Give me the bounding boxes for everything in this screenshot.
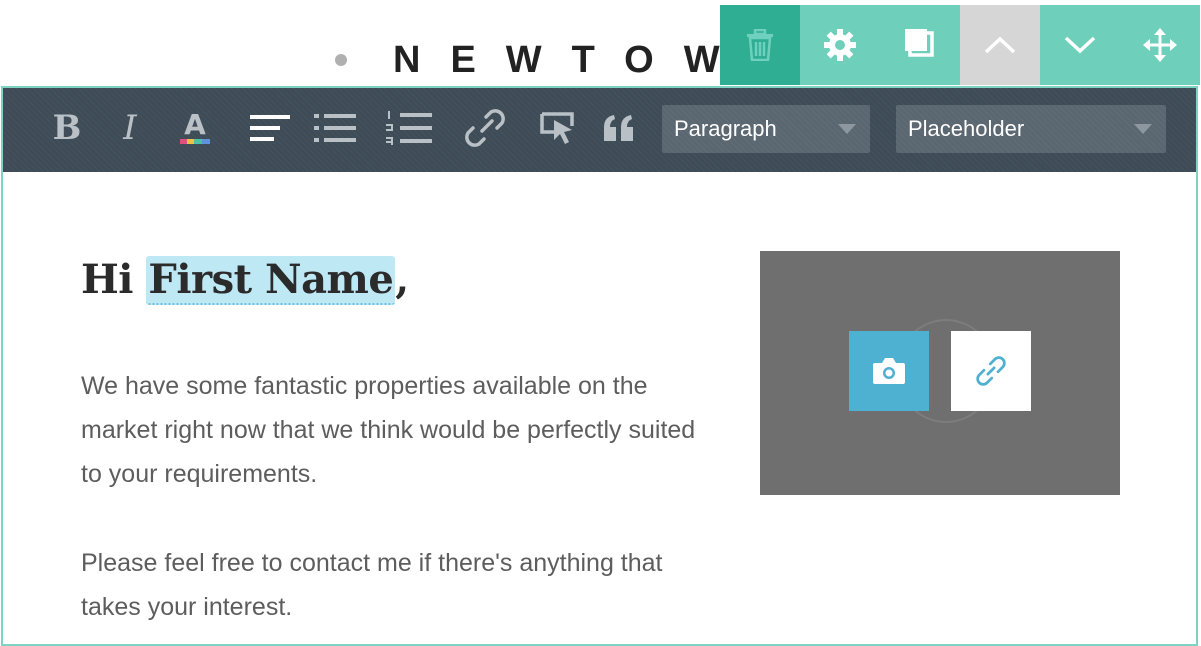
caret-down-icon: [838, 124, 856, 134]
numbered-list-button[interactable]: [385, 106, 433, 150]
greeting-heading[interactable]: Hi First Name,: [81, 256, 409, 305]
placeholder-select-value: Placeholder: [908, 116, 1025, 141]
align-left-icon: [250, 115, 290, 141]
duplicate-icon: [905, 29, 934, 57]
numbered-list-icon: [386, 111, 432, 145]
greeting-prefix: Hi: [81, 256, 147, 303]
bullet-list-button[interactable]: [313, 106, 357, 150]
button-link-button[interactable]: [537, 106, 579, 150]
move-icon: [1143, 28, 1177, 62]
settings-block-button[interactable]: [800, 5, 880, 85]
italic-button[interactable]: I: [115, 106, 145, 150]
text-color-icon: A: [180, 108, 210, 144]
image-placeholder: [760, 251, 1120, 495]
bullet-list-icon: [314, 114, 356, 142]
first-name-placeholder[interactable]: First Name: [146, 256, 396, 305]
chevron-up-icon: [984, 36, 1016, 54]
format-toolbar: B I A Paragraph Placeholder: [3, 88, 1196, 172]
quote-button[interactable]: [601, 106, 637, 150]
delete-block-button[interactable]: [720, 5, 800, 85]
bold-button[interactable]: B: [49, 106, 85, 150]
brand-dot: [335, 54, 347, 66]
body-paragraph-2[interactable]: Please feel free to contact me if there'…: [81, 541, 701, 629]
camera-icon: [873, 358, 905, 384]
gear-icon: [824, 29, 856, 61]
body-paragraph-1[interactable]: We have some fantastic properties availa…: [81, 364, 701, 496]
brand-heading: NEWTOW: [335, 38, 750, 82]
image-link-button[interactable]: [951, 331, 1031, 411]
text-color-button[interactable]: A: [177, 106, 213, 150]
button-link-icon: [540, 112, 574, 144]
email-block-editor: B I A Paragraph Placeholder Hi First Nam…: [1, 86, 1198, 646]
move-down-block-button[interactable]: [1040, 5, 1120, 85]
quote-icon: [604, 115, 633, 141]
brand-text: NEWTOW: [393, 38, 750, 81]
link-icon: [976, 356, 1006, 386]
caret-down-icon: [1134, 124, 1152, 134]
greeting-suffix: ,: [395, 256, 409, 303]
upload-image-button[interactable]: [849, 331, 929, 411]
chevron-down-icon: [1064, 36, 1096, 54]
duplicate-block-button[interactable]: [880, 5, 960, 85]
drag-block-button[interactable]: [1120, 5, 1200, 85]
align-button[interactable]: [249, 106, 291, 150]
block-action-bar: [720, 5, 1200, 85]
insert-link-button[interactable]: [461, 106, 509, 150]
placeholder-select[interactable]: Placeholder: [896, 105, 1166, 153]
link-icon: [465, 109, 505, 147]
paragraph-style-value: Paragraph: [674, 116, 777, 141]
paragraph-style-select[interactable]: Paragraph: [662, 105, 870, 153]
font-color-letter: A: [184, 108, 206, 141]
trash-icon: [747, 29, 773, 61]
move-up-block-button[interactable]: [960, 5, 1040, 85]
